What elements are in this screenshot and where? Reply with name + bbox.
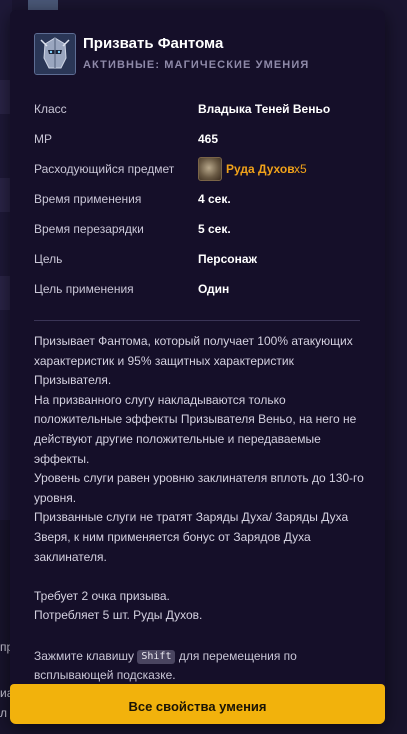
property-label: Время применения <box>34 192 142 206</box>
property-row-target-type: Цель применения Один <box>34 274 360 304</box>
property-value: Персонаж <box>198 252 258 266</box>
property-row-mp: MP 465 <box>34 124 360 154</box>
property-row-cooldown: Время перезарядки 5 сек. <box>34 214 360 244</box>
property-value: 465 <box>198 132 219 146</box>
property-value: 4 сек. <box>198 192 231 206</box>
property-row-target: Цель Персонаж <box>34 244 360 274</box>
skill-title: Призвать Фантома <box>83 35 224 52</box>
shift-key-badge: Shift <box>137 650 176 664</box>
description-paragraph: Призванные слуги не тратят Заряды Духа/ … <box>34 510 349 564</box>
background-text: л <box>0 706 8 720</box>
property-row-cast-time: Время применения 4 сек. <box>34 184 360 214</box>
property-label: MP <box>34 132 52 146</box>
skill-tooltip: Призвать Фантома АКТИВНЫЕ: МАГИЧЕСКИЕ УМ… <box>10 10 385 724</box>
hint-text: Зажмите клавишу <box>34 649 138 663</box>
property-label: Цель <box>34 252 63 266</box>
tooltip-header: Призвать Фантома АКТИВНЫЕ: МАГИЧЕСКИЕ УМ… <box>34 33 375 77</box>
background-thumbnail <box>28 0 58 10</box>
property-row-class: Класс Владыка Теней Веньо <box>34 94 360 124</box>
property-row-consumable: Расходующийся предмет Руда Духов x5 <box>34 154 360 184</box>
spirit-ore-icon <box>198 157 222 181</box>
move-hint: Зажмите клавишу Shift для перемещения по… <box>34 647 354 685</box>
property-label: Цель применения <box>34 282 134 296</box>
property-value: Владыка Теней Веньо <box>198 102 331 116</box>
all-skill-properties-button[interactable]: Все свойства умения <box>10 684 385 724</box>
description-paragraph: На призванного слугу накладываются тольк… <box>34 392 357 466</box>
property-value: 5 сек. <box>198 222 231 236</box>
phantom-knight-icon <box>34 33 76 75</box>
skill-properties: Класс Владыка Теней Веньо MP 465 Расходу… <box>34 94 360 304</box>
skill-category: АКТИВНЫЕ: МАГИЧЕСКИЕ УМЕНИЯ <box>83 59 310 71</box>
property-label: Время перезарядки <box>34 222 144 236</box>
description-paragraph: Требует 2 очка призыва. <box>34 588 170 603</box>
description-paragraph: Призывает Фантома, который получает 100%… <box>34 334 353 388</box>
description-paragraph: Уровень слуги равен уровню заклинателя в… <box>34 471 364 505</box>
divider <box>34 320 360 321</box>
property-label: Расходующийся предмет <box>34 162 175 176</box>
consumable-item-quantity: x5 <box>294 162 307 176</box>
skill-description: Призывает Фантома, который получает 100%… <box>34 332 364 626</box>
consumable-item-name: Руда Духов <box>226 162 295 176</box>
property-value: Один <box>198 282 230 296</box>
property-label: Класс <box>34 102 67 116</box>
description-paragraph: Потребляет 5 шт. Руды Духов. <box>34 608 203 623</box>
